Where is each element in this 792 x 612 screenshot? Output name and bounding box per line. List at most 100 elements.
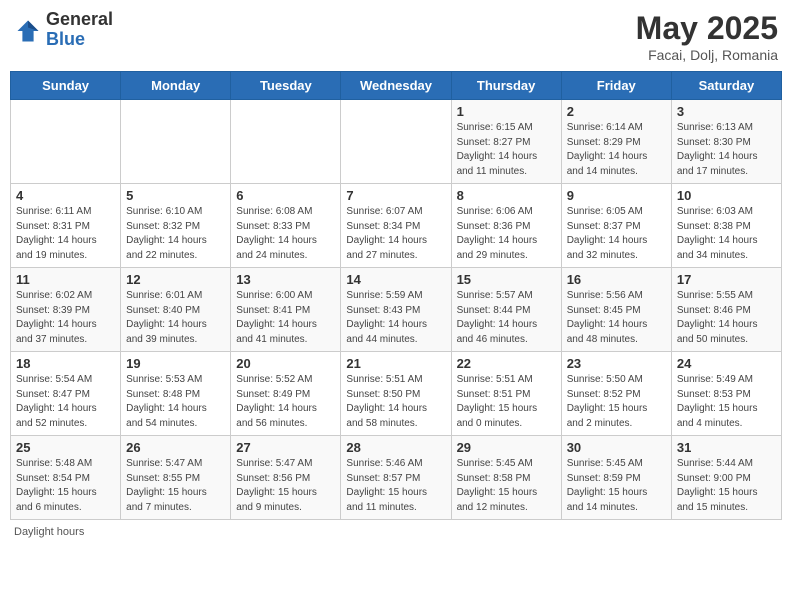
day-number: 18 — [16, 356, 115, 371]
day-number: 31 — [677, 440, 776, 455]
calendar-day-cell: 2 Sunrise: 6:14 AMSunset: 8:29 PMDaylight… — [561, 100, 671, 184]
day-number: 24 — [677, 356, 776, 371]
day-info: Sunrise: 6:13 AMSunset: 8:30 PMDaylight:… — [677, 121, 776, 179]
calendar-day-cell: 1Sunrise: 6:15 AMSunset: 8:27 PMDaylight… — [451, 100, 561, 184]
day-info: Sunrise: 6:07 AMSunset: 8:34 PMDaylight:… — [346, 205, 445, 263]
calendar-week-row: 25 Sunrise: 5:48 AMSunset: 8:54 PMDayligh… — [11, 436, 782, 520]
day-number: 16 — [567, 272, 666, 287]
calendar-day-header: Wednesday — [341, 72, 451, 100]
calendar-day-cell: 7 Sunrise: 6:07 AMSunset: 8:34 PMDaylight… — [341, 184, 451, 268]
day-info: Sunrise: 5:44 AMSunset: 9:00 PMDaylight:… — [677, 457, 776, 515]
day-number: 10 — [677, 188, 776, 203]
calendar-day-cell — [341, 100, 451, 184]
calendar-day-cell: 15 Sunrise: 5:57 AMSunset: 8:44 PMDayligh… — [451, 268, 561, 352]
calendar-day-cell: 14 Sunrise: 5:59 AMSunset: 8:43 PMDayligh… — [341, 268, 451, 352]
day-number: 8 — [457, 188, 556, 203]
day-info: Sunrise: 5:57 AMSunset: 8:44 PMDaylight:… — [457, 289, 556, 347]
day-number: 21 — [346, 356, 445, 371]
calendar-day-cell: 22Sunrise: 5:51 AMSunset: 8:51 PMDayligh… — [451, 352, 561, 436]
logo: General Blue — [14, 10, 113, 50]
day-number: 19 — [126, 356, 225, 371]
location-subtitle: Facai, Dolj, Romania — [636, 47, 778, 63]
calendar-day-cell: 18 Sunrise: 5:54 AMSunset: 8:47 PMDayligh… — [11, 352, 121, 436]
day-number: 20 — [236, 356, 335, 371]
logo-icon — [14, 17, 42, 45]
day-number: 17 — [677, 272, 776, 287]
day-number: 13 — [236, 272, 335, 287]
calendar-day-header: Thursday — [451, 72, 561, 100]
day-number: 15 — [457, 272, 556, 287]
day-number: 25 — [16, 440, 115, 455]
day-info: Sunrise: 5:45 AMSunset: 8:58 PMDaylight:… — [457, 457, 556, 515]
logo-text: General Blue — [46, 10, 113, 50]
day-number: 1 — [457, 104, 556, 119]
logo-blue-text: Blue — [46, 30, 113, 50]
day-info: Sunrise: 6:08 AMSunset: 8:33 PMDaylight:… — [236, 205, 335, 263]
calendar-day-cell: 8 Sunrise: 6:06 AMSunset: 8:36 PMDaylight… — [451, 184, 561, 268]
day-number: 14 — [346, 272, 445, 287]
day-info: Sunrise: 5:51 AMSunset: 8:50 PMDaylight:… — [346, 373, 445, 431]
day-info: Sunrise: 5:54 AMSunset: 8:47 PMDaylight:… — [16, 373, 115, 431]
calendar-day-cell: 13 Sunrise: 6:00 AMSunset: 8:41 PMDayligh… — [231, 268, 341, 352]
day-number: 11 — [16, 272, 115, 287]
day-info: Sunrise: 5:47 AMSunset: 8:56 PMDaylight:… — [236, 457, 335, 515]
day-info: Sunrise: 6:05 AMSunset: 8:37 PMDaylight:… — [567, 205, 666, 263]
calendar-day-cell: 27Sunrise: 5:47 AMSunset: 8:56 PMDayligh… — [231, 436, 341, 520]
calendar-day-header: Saturday — [671, 72, 781, 100]
calendar-day-cell: 21 Sunrise: 5:51 AMSunset: 8:50 PMDayligh… — [341, 352, 451, 436]
calendar-day-cell: 31 Sunrise: 5:44 AMSunset: 9:00 PMDayligh… — [671, 436, 781, 520]
day-info: Sunrise: 5:47 AMSunset: 8:55 PMDaylight:… — [126, 457, 225, 515]
day-info: Sunrise: 6:11 AMSunset: 8:31 PMDaylight:… — [16, 205, 115, 263]
day-number: 6 — [236, 188, 335, 203]
calendar-day-cell: 30 Sunrise: 5:45 AMSunset: 8:59 PMDayligh… — [561, 436, 671, 520]
calendar-day-cell: 25 Sunrise: 5:48 AMSunset: 8:54 PMDayligh… — [11, 436, 121, 520]
calendar-day-cell: 26 Sunrise: 5:47 AMSunset: 8:55 PMDayligh… — [121, 436, 231, 520]
day-info: Sunrise: 5:55 AMSunset: 8:46 PMDaylight:… — [677, 289, 776, 347]
calendar-header-row: SundayMondayTuesdayWednesdayThursdayFrid… — [11, 72, 782, 100]
calendar-day-cell: 17 Sunrise: 5:55 AMSunset: 8:46 PMDayligh… — [671, 268, 781, 352]
day-number: 30 — [567, 440, 666, 455]
day-info: Sunrise: 5:45 AMSunset: 8:59 PMDaylight:… — [567, 457, 666, 515]
calendar-day-cell: 20 Sunrise: 5:52 AMSunset: 8:49 PMDayligh… — [231, 352, 341, 436]
calendar-day-cell: 29 Sunrise: 5:45 AMSunset: 8:58 PMDayligh… — [451, 436, 561, 520]
calendar-week-row: 1Sunrise: 6:15 AMSunset: 8:27 PMDaylight… — [11, 100, 782, 184]
month-year-title: May 2025 — [636, 10, 778, 47]
calendar-day-cell: 9 Sunrise: 6:05 AMSunset: 8:37 PMDaylight… — [561, 184, 671, 268]
day-number: 5 — [126, 188, 225, 203]
calendar-day-header: Friday — [561, 72, 671, 100]
day-number: 4 — [16, 188, 115, 203]
calendar-day-cell: 4 Sunrise: 6:11 AMSunset: 8:31 PMDaylight… — [11, 184, 121, 268]
calendar-day-header: Sunday — [11, 72, 121, 100]
day-number: 22 — [457, 356, 556, 371]
calendar-day-cell — [231, 100, 341, 184]
calendar-day-cell: 12Sunrise: 6:01 AMSunset: 8:40 PMDayligh… — [121, 268, 231, 352]
calendar-day-cell: 11Sunrise: 6:02 AMSunset: 8:39 PMDayligh… — [11, 268, 121, 352]
day-info: Sunrise: 6:03 AMSunset: 8:38 PMDaylight:… — [677, 205, 776, 263]
calendar-day-cell: 28Sunrise: 5:46 AMSunset: 8:57 PMDayligh… — [341, 436, 451, 520]
calendar-day-cell: 5Sunrise: 6:10 AMSunset: 8:32 PMDaylight… — [121, 184, 231, 268]
day-info: Sunrise: 5:48 AMSunset: 8:54 PMDaylight:… — [16, 457, 115, 515]
calendar-day-cell: 10 Sunrise: 6:03 AMSunset: 8:38 PMDayligh… — [671, 184, 781, 268]
day-number: 26 — [126, 440, 225, 455]
calendar-week-row: 4 Sunrise: 6:11 AMSunset: 8:31 PMDaylight… — [11, 184, 782, 268]
day-info: Sunrise: 5:59 AMSunset: 8:43 PMDaylight:… — [346, 289, 445, 347]
day-number: 7 — [346, 188, 445, 203]
day-number: 3 — [677, 104, 776, 119]
day-number: 2 — [567, 104, 666, 119]
calendar-week-row: 11Sunrise: 6:02 AMSunset: 8:39 PMDayligh… — [11, 268, 782, 352]
day-info: Sunrise: 6:06 AMSunset: 8:36 PMDaylight:… — [457, 205, 556, 263]
day-info: Sunrise: 5:52 AMSunset: 8:49 PMDaylight:… — [236, 373, 335, 431]
day-info: Sunrise: 6:00 AMSunset: 8:41 PMDaylight:… — [236, 289, 335, 347]
day-number: 12 — [126, 272, 225, 287]
day-info: Sunrise: 5:56 AMSunset: 8:45 PMDaylight:… — [567, 289, 666, 347]
day-info: Sunrise: 6:14 AMSunset: 8:29 PMDaylight:… — [567, 121, 666, 179]
day-info: Sunrise: 5:53 AMSunset: 8:48 PMDaylight:… — [126, 373, 225, 431]
day-number: 29 — [457, 440, 556, 455]
title-block: May 2025 Facai, Dolj, Romania — [636, 10, 778, 63]
day-number: 9 — [567, 188, 666, 203]
calendar-day-cell: 16 Sunrise: 5:56 AMSunset: 8:45 PMDayligh… — [561, 268, 671, 352]
day-number: 28 — [346, 440, 445, 455]
daylight-note: Daylight hours — [14, 526, 84, 538]
calendar-day-cell — [11, 100, 121, 184]
day-info: Sunrise: 5:49 AMSunset: 8:53 PMDaylight:… — [677, 373, 776, 431]
